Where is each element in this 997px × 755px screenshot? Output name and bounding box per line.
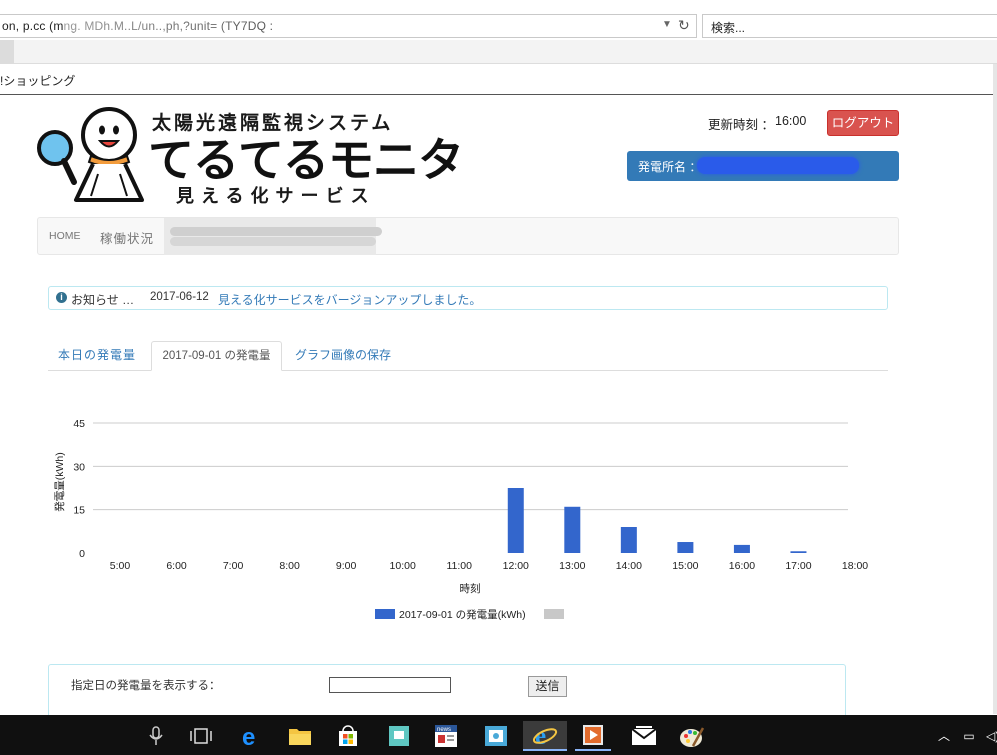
x-tick-label: 12:00: [503, 560, 529, 572]
chevron-down-icon[interactable]: ▼: [662, 19, 672, 30]
x-tick-label: 8:00: [279, 560, 300, 572]
ie-icon[interactable]: e: [523, 721, 567, 751]
news-alert: i お知らせ … 2017-06-12 見える化サービスをバージョンアップしまし…: [48, 286, 888, 310]
y-tick-label: 15: [73, 505, 85, 517]
y-tick-label: 45: [73, 418, 85, 430]
edge-icon[interactable]: e: [234, 721, 270, 751]
scrollbar[interactable]: [993, 64, 997, 714]
x-tick-label: 6:00: [166, 560, 187, 572]
date-input[interactable]: [329, 677, 451, 693]
generation-chart: 0 15 30 45 5:00 6:00 7:00 8:00 9:00 10:00 11:00 12:…: [53, 418, 868, 621]
x-tick-label: 10:00: [390, 560, 416, 572]
microphone-icon[interactable]: [138, 721, 174, 751]
browser-tab[interactable]: [0, 40, 14, 64]
favorites-bar: !ショッピング: [0, 64, 997, 95]
logo: 太陽光遠隔監視システム てるてるモニタ 見える化サービス: [36, 104, 464, 206]
bar: [507, 488, 524, 553]
photos-icon[interactable]: [478, 721, 514, 751]
x-tick-label: 5:00: [110, 560, 131, 572]
file-explorer-icon[interactable]: [282, 721, 318, 751]
x-axis-title: 時刻: [460, 582, 481, 595]
tab-save-graph[interactable]: グラフ画像の保存: [295, 341, 391, 371]
x-tick-label: 14:00: [616, 560, 642, 572]
info-icon: i: [56, 292, 67, 303]
date-form-label: 指定日の発電量を表示する：: [71, 680, 221, 692]
browser-chrome: on, p.cc (mng. MDh.M..L/un..,ph,?unit= (…: [0, 0, 997, 95]
x-tick-label: 9:00: [336, 560, 357, 572]
network-icon[interactable]: ▭: [963, 729, 974, 743]
y-axis-title: 発電量(kWh): [53, 452, 66, 512]
nav-status[interactable]: 稼働状況: [100, 228, 154, 247]
station-name-box: 発電所名 ：: [627, 151, 899, 181]
media-icon[interactable]: [575, 721, 611, 751]
x-tick-label: 11:00: [446, 560, 472, 572]
x-tick-label: 13:00: [559, 560, 585, 572]
x-tick-label: 7:00: [223, 560, 244, 572]
x-tick-label: 17:00: [785, 560, 811, 572]
mail-icon[interactable]: [626, 721, 662, 751]
nav-redaction-mark: [170, 227, 382, 236]
main-navbar: HOME 稼働状況: [37, 217, 899, 255]
y-tick-label: 0: [79, 548, 85, 560]
address-bar[interactable]: on, p.cc (mng. MDh.M..L/un..,ph,?unit= (…: [0, 14, 697, 38]
x-tick-label: 18:00: [842, 560, 868, 572]
legend-swatch: [375, 609, 395, 619]
refresh-icon[interactable]: ↻: [678, 17, 690, 34]
task-view-icon[interactable]: [183, 721, 219, 751]
bar: [677, 542, 694, 553]
paint-icon[interactable]: [674, 721, 710, 751]
x-tick-label: 15:00: [672, 560, 698, 572]
update-time-label: 更新時刻 ：: [708, 118, 774, 132]
search-placeholder: 検索...: [711, 21, 746, 35]
store-icon[interactable]: [330, 721, 366, 751]
bar: [733, 544, 750, 553]
bar: [620, 527, 637, 553]
bar: [564, 506, 581, 553]
x-tick-label: 16:00: [729, 560, 755, 572]
station-name-redaction: [697, 157, 859, 174]
news-date: 2017-06-12: [150, 291, 209, 303]
taskbar: e news e ︿ ▭ ◁): [0, 715, 997, 755]
chevron-up-icon[interactable]: ︿: [938, 729, 950, 743]
tab-selected-date[interactable]: 2017-09-01 の発電量: [151, 341, 282, 371]
submit-button[interactable]: 送信: [528, 676, 567, 697]
address-redaction: [64, 20, 294, 32]
logout-button[interactable]: ログアウト: [827, 110, 899, 136]
tab-today[interactable]: 本日の発電量: [58, 341, 136, 371]
news-icon[interactable]: news: [428, 721, 464, 751]
legend-swatch: [544, 609, 564, 619]
favorite-shopping[interactable]: !ショッピング: [0, 72, 75, 89]
volume-icon[interactable]: ◁): [986, 729, 997, 743]
svg-text:e: e: [242, 724, 255, 748]
search-input[interactable]: 検索...: [702, 14, 997, 38]
news-label: お知らせ …: [71, 293, 135, 307]
nav-home[interactable]: HOME: [49, 230, 81, 242]
svg-text:news: news: [437, 727, 451, 733]
browser-tab-strip: [0, 40, 997, 64]
app-icon[interactable]: [381, 721, 417, 751]
legend-label: 2017-09-01 の発電量(kWh): [399, 608, 526, 621]
station-name-label: 発電所名 ：: [638, 160, 702, 174]
teru-teru-mascot-icon: [37, 107, 144, 202]
nav-redaction-mark: [170, 237, 376, 246]
news-link[interactable]: 見える化サービスをバージョンアップしました。: [218, 291, 481, 308]
logo-subtitle: 見える化サービス: [176, 186, 376, 206]
system-tray[interactable]: ︿ ▭ ◁): [938, 727, 997, 744]
y-tick-label: 30: [73, 461, 85, 473]
logo-title: てるてるモニタ: [148, 134, 464, 186]
bar: [790, 551, 807, 553]
update-time-value: 16:00: [775, 114, 807, 128]
